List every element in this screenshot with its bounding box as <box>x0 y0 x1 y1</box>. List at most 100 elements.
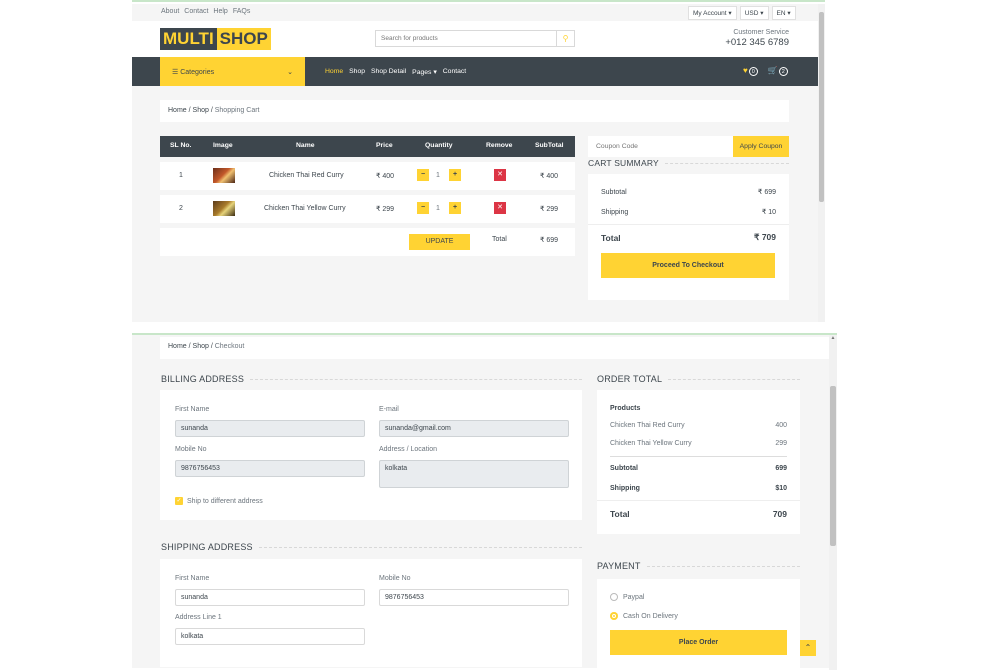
cart-summary-panel: Subtotal ₹ 699 Shipping ₹ 10 Total ₹ 709… <box>588 174 789 300</box>
menu-icon: ☰ <box>172 68 179 76</box>
billing-address-textarea[interactable]: kolkata <box>379 460 569 488</box>
payment-option-paypal[interactable]: Paypal <box>610 593 644 601</box>
breadcrumb-shop[interactable]: Shop <box>193 107 209 114</box>
coupon-input[interactable] <box>588 136 733 157</box>
payment-option-cod[interactable]: Cash On Delivery <box>610 612 678 620</box>
summary-total-value: ₹ 709 <box>754 232 776 242</box>
cart-summary-header: CART SUMMARY <box>588 158 789 168</box>
shipping-address-field[interactable]: kolkata <box>175 628 365 645</box>
total-label: Total <box>492 236 507 243</box>
billing-email-field[interactable]: sunanda@gmail.com <box>379 420 569 437</box>
cart-scrollbar[interactable] <box>818 4 825 322</box>
breadcrumb-shop[interactable]: Shop <box>193 343 209 350</box>
search-icon[interactable]: ⚲ <box>556 31 574 46</box>
shipping-first-name-field[interactable]: sunanda <box>175 589 365 606</box>
summary-total-label: Total <box>601 232 621 243</box>
shipping-mobile-label: Mobile No <box>379 575 411 582</box>
qty-value[interactable]: 1 <box>436 205 440 212</box>
my-account-dropdown[interactable]: My Account ▾ <box>688 6 737 20</box>
order-subtotal-value: 699 <box>775 465 787 472</box>
cart-scrollbar-thumb[interactable] <box>819 12 824 202</box>
th-subtotal: SubTotal <box>535 142 564 149</box>
row-sl: 2 <box>179 205 183 212</box>
search-box: ⚲ <box>375 30 575 47</box>
logo[interactable]: MULTI SHOP <box>160 28 271 50</box>
ship-different-checkbox[interactable]: ✓ Ship to different address <box>175 497 263 505</box>
radio-selected-icon <box>610 612 618 620</box>
back-to-top-button[interactable]: ⌃ <box>800 640 816 656</box>
cart-button[interactable]: 🛒 2 <box>768 66 788 76</box>
shipping-title: SHIPPING ADDRESS <box>161 542 253 552</box>
language-dropdown[interactable]: EN ▾ <box>771 6 796 20</box>
checkbox-checked-icon: ✓ <box>175 497 183 505</box>
order-shipping: Shipping $10 <box>610 485 787 492</box>
nav-item-shop-detail[interactable]: Shop Detail <box>371 68 406 76</box>
top-link-contact[interactable]: Contact <box>184 8 208 15</box>
billing-header: BILLING ADDRESS <box>161 374 582 384</box>
shipping-address-label: Address Line 1 <box>175 614 222 621</box>
summary-subtotal-value: ₹ 699 <box>757 189 776 196</box>
nav-item-home[interactable]: Home <box>325 68 343 76</box>
qty-minus-button[interactable]: − <box>417 169 429 181</box>
billing-address-label: Address / Location <box>379 446 437 453</box>
breadcrumb: Home / Shop / Shopping Cart <box>160 100 789 122</box>
cart-icon: 🛒 <box>767 66 778 75</box>
wishlist-button[interactable]: ♥ 0 <box>743 66 758 76</box>
billing-panel: First Name sunanda E-mail sunanda@gmail.… <box>160 390 582 520</box>
billing-email-label: E-mail <box>379 406 399 413</box>
categories-button[interactable]: ☰ Categories ⌄ <box>160 57 305 86</box>
top-link-help[interactable]: Help <box>213 8 227 15</box>
nav-icons: ♥ 0 🛒 2 <box>743 66 788 76</box>
order-total-panel: Products Chicken Thai Red Curry 400 Chic… <box>597 390 800 534</box>
my-account-label: My Account <box>693 10 727 17</box>
nav-item-pages[interactable]: Pages ▾ <box>412 68 437 76</box>
shipping-mobile-field[interactable]: 9876756453 <box>379 589 569 606</box>
place-order-button[interactable]: Place Order <box>610 630 787 655</box>
proceed-checkout-button[interactable]: Proceed To Checkout <box>601 253 775 278</box>
apply-coupon-button[interactable]: Apply Coupon <box>733 136 789 157</box>
qty-plus-button[interactable]: + <box>449 169 461 181</box>
customer-service-label: Customer Service <box>733 29 789 36</box>
order-total-label: Total <box>610 509 630 519</box>
top-link-about[interactable]: About <box>161 8 179 15</box>
search-input[interactable] <box>376 31 556 46</box>
order-divider <box>610 456 787 457</box>
top-link-faqs[interactable]: FAQs <box>233 8 251 15</box>
scroll-up-arrow-icon[interactable]: ▲ <box>829 335 837 341</box>
currency-dropdown[interactable]: USD ▾ <box>739 6 769 20</box>
row-price: ₹ 299 <box>376 206 395 213</box>
qty-value[interactable]: 1 <box>436 172 440 179</box>
breadcrumb-home[interactable]: Home <box>168 343 187 350</box>
checkout-scrollbar[interactable]: ▲ <box>829 335 837 670</box>
nav-item-contact[interactable]: Contact <box>443 68 466 76</box>
breadcrumb-home[interactable]: Home <box>168 107 187 114</box>
order-item-name: Chicken Thai Yellow Curry <box>610 440 692 447</box>
language-label: EN <box>776 10 786 17</box>
billing-mobile-field[interactable]: 9876756453 <box>175 460 365 477</box>
nav-menu: Home Shop Shop Detail Pages ▾ Contact <box>325 68 466 76</box>
billing-first-name-field[interactable]: sunanda <box>175 420 365 437</box>
checkout-scrollbar-thumb[interactable] <box>830 386 836 546</box>
th-sl: SL No. <box>170 142 192 149</box>
remove-button[interactable]: ✕ <box>494 169 506 181</box>
payment-option-label: Cash On Delivery <box>623 612 678 620</box>
customer-service: Customer Service +012 345 6789 <box>725 29 789 48</box>
order-item-price: 299 <box>775 440 787 447</box>
row-name: Chicken Thai Yellow Curry <box>264 205 346 212</box>
billing-first-name-label: First Name <box>175 406 210 413</box>
currency-label: USD <box>744 10 759 17</box>
order-divider <box>597 500 800 501</box>
qty-plus-button[interactable]: + <box>449 202 461 214</box>
th-remove: Remove <box>486 142 513 149</box>
order-subtotal: Subtotal 699 <box>610 465 787 472</box>
nav-item-shop[interactable]: Shop <box>349 68 365 76</box>
qty-minus-button[interactable]: − <box>417 202 429 214</box>
summary-shipping-value: ₹ 10 <box>761 209 776 216</box>
coupon-box: Apply Coupon <box>588 136 789 157</box>
product-image <box>213 201 235 216</box>
radio-icon <box>610 593 618 601</box>
update-button[interactable]: UPDATE <box>409 234 470 250</box>
remove-button[interactable]: ✕ <box>494 202 506 214</box>
breadcrumb-current: Checkout <box>214 343 245 350</box>
order-shipping-value: $10 <box>775 485 787 492</box>
